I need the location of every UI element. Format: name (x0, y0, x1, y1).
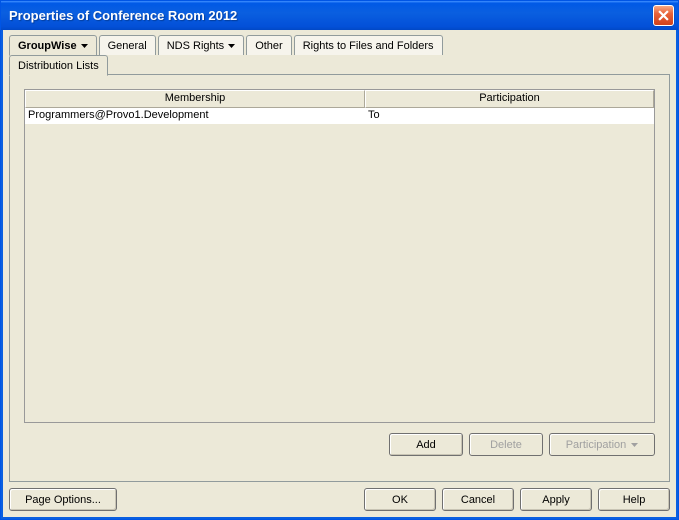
button-label: Participation (566, 439, 627, 451)
client-area: GroupWise General NDS Rights Other Right… (1, 30, 678, 519)
properties-window: Properties of Conference Room 2012 Group… (0, 0, 679, 520)
tab-label: NDS Rights (167, 40, 224, 52)
button-label: Apply (542, 494, 570, 506)
help-button[interactable]: Help (598, 488, 670, 511)
close-icon (658, 10, 669, 21)
participation-button[interactable]: Participation (549, 433, 655, 456)
table-row[interactable]: Programmers@Provo1.Development To (25, 108, 654, 124)
ok-button[interactable]: OK (364, 488, 436, 511)
button-label: OK (392, 494, 408, 506)
button-label: Help (623, 494, 646, 506)
tab-label: Rights to Files and Folders (303, 40, 434, 52)
page-options-button[interactable]: Page Options... (9, 488, 117, 511)
tab-general[interactable]: General (99, 35, 156, 55)
sub-tab-row: Distribution Lists (9, 55, 670, 75)
cancel-button[interactable]: Cancel (442, 488, 514, 511)
tab-groupwise[interactable]: GroupWise (9, 35, 97, 56)
cell-membership: Programmers@Provo1.Development (25, 108, 365, 124)
apply-button[interactable]: Apply (520, 488, 592, 511)
tab-label: General (108, 40, 147, 52)
column-participation[interactable]: Participation (365, 90, 654, 108)
tab-rows: GroupWise General NDS Rights Other Right… (9, 35, 670, 75)
tab-label: Other (255, 40, 283, 52)
cell-participation: To (365, 108, 654, 124)
table-header: Membership Participation (25, 90, 654, 108)
tab-label: GroupWise (18, 40, 77, 52)
delete-button[interactable]: Delete (469, 433, 543, 456)
close-button[interactable] (653, 5, 674, 26)
membership-table: Membership Participation Programmers@Pro… (24, 89, 655, 423)
button-label: Page Options... (25, 494, 101, 506)
tab-other[interactable]: Other (246, 35, 292, 55)
table-body[interactable]: Programmers@Provo1.Development To (25, 108, 654, 422)
main-tab-row: GroupWise General NDS Rights Other Right… (9, 35, 670, 55)
subtab-distribution-lists[interactable]: Distribution Lists (9, 55, 108, 76)
tab-label: Distribution Lists (18, 60, 99, 72)
column-membership[interactable]: Membership (25, 90, 365, 108)
window-title: Properties of Conference Room 2012 (9, 8, 653, 23)
chevron-down-icon (81, 44, 88, 48)
add-button[interactable]: Add (389, 433, 463, 456)
tab-pane: Membership Participation Programmers@Pro… (9, 74, 670, 482)
chevron-down-icon (228, 44, 235, 48)
button-label: Delete (490, 439, 522, 451)
tab-rights-to-files[interactable]: Rights to Files and Folders (294, 35, 443, 55)
button-label: Add (416, 439, 436, 451)
chevron-down-icon (631, 443, 638, 447)
row-actions: Add Delete Participation (24, 433, 655, 456)
titlebar[interactable]: Properties of Conference Room 2012 (1, 1, 678, 30)
button-label: Cancel (461, 494, 495, 506)
bottom-bar: Page Options... OK Cancel Apply Help (9, 488, 670, 511)
tab-nds-rights[interactable]: NDS Rights (158, 35, 244, 55)
